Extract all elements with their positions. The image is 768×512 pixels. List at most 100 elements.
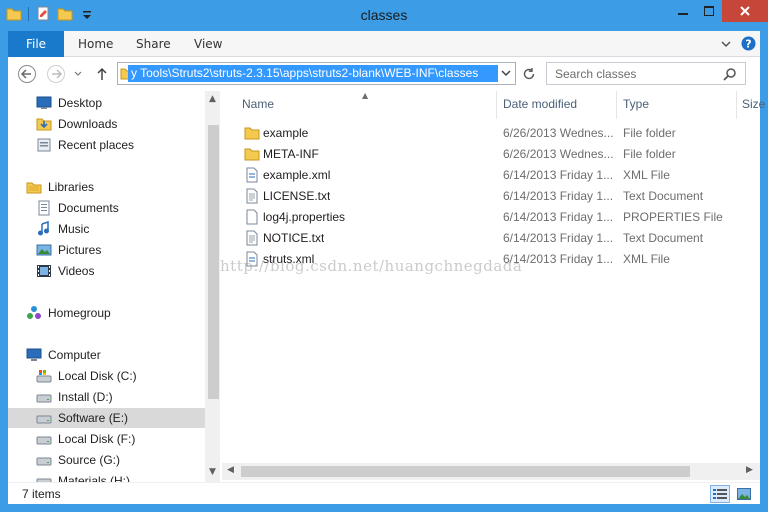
nav-item-label: Documents — [58, 201, 119, 215]
file-date: 6/14/2013 Friday 1... — [503, 189, 613, 203]
content-area: Desktop Downloads Recent places Librarie… — [8, 91, 765, 482]
nav-item-music[interactable]: Music — [36, 219, 89, 239]
column-divider[interactable] — [616, 91, 617, 119]
file-list-horizontal-scrollbar[interactable]: ◀ ▶ — [222, 463, 760, 480]
nav-item-desktop[interactable]: Desktop — [36, 93, 102, 113]
search-icon[interactable] — [723, 67, 737, 84]
column-divider[interactable] — [496, 91, 497, 119]
nav-item-documents[interactable]: Documents — [36, 198, 119, 218]
text-file-icon — [244, 188, 260, 204]
file-row[interactable]: META-INF 6/26/2013 Wednes... File folder — [222, 144, 760, 165]
nav-item-label: Local Disk (C:) — [58, 369, 137, 383]
minimize-button[interactable] — [670, 0, 696, 22]
nav-item-materials-h[interactable]: Materials (H:) — [36, 471, 130, 482]
file-row[interactable]: example.xml 6/14/2013 Friday 1... XML Fi… — [222, 165, 760, 186]
large-icons-view-button[interactable] — [734, 485, 754, 503]
libraries-icon — [26, 179, 42, 195]
tab-home[interactable]: Home — [78, 37, 113, 51]
address-dropdown-button[interactable] — [501, 67, 511, 82]
help-icon: ? — [741, 36, 756, 51]
forward-button[interactable] — [46, 64, 66, 84]
drive-icon — [36, 431, 52, 447]
nav-item-label: Install (D:) — [58, 390, 113, 404]
item-count: 7 items — [22, 487, 61, 501]
nav-pane-scroll-thumb[interactable] — [208, 125, 219, 399]
nav-item-install-d[interactable]: Install (D:) — [36, 387, 113, 407]
folder-icon — [244, 146, 260, 162]
navigation-pane: Desktop Downloads Recent places Librarie… — [8, 91, 220, 482]
maximize-button[interactable] — [696, 0, 722, 22]
chevron-down-icon — [721, 41, 731, 48]
nav-item-libraries[interactable]: Libraries — [26, 177, 94, 197]
nav-item-computer[interactable]: Computer — [26, 345, 101, 365]
nav-item-recent-places[interactable]: Recent places — [36, 135, 134, 155]
column-divider[interactable] — [736, 91, 737, 119]
recent-locations-button[interactable] — [72, 64, 84, 84]
details-view-icon — [713, 489, 727, 499]
details-view-button[interactable] — [710, 485, 730, 503]
window-controls — [670, 0, 768, 22]
recent-places-icon — [36, 137, 52, 153]
expand-ribbon-button[interactable] — [721, 38, 731, 52]
back-arrow-icon — [18, 65, 36, 83]
nav-item-local-disk-c[interactable]: Local Disk (C:) — [36, 366, 137, 386]
file-type: File folder — [623, 147, 676, 161]
column-header-date-modified[interactable]: Date modified — [503, 97, 577, 111]
sort-ascending-icon: ▲ — [362, 91, 369, 100]
desktop-icon — [36, 95, 52, 111]
horizontal-scroll-thumb[interactable] — [241, 466, 690, 477]
homegroup-icon — [26, 305, 42, 321]
search-input[interactable]: Search classes — [546, 62, 746, 85]
address-bar[interactable]: y Tools\Struts2\struts-2.3.15\apps\strut… — [117, 62, 516, 85]
file-row[interactable]: log4j.properties 6/14/2013 Friday 1... P… — [222, 207, 760, 228]
nav-item-videos[interactable]: Videos — [36, 261, 94, 281]
nav-pane-scrollbar[interactable]: ▲ ▼ — [205, 91, 220, 482]
nav-item-label: Homegroup — [48, 306, 111, 320]
status-bar: 7 items — [8, 482, 760, 504]
file-row[interactable]: NOTICE.txt 6/14/2013 Friday 1... Text Do… — [222, 228, 760, 249]
maximize-icon — [704, 6, 714, 16]
text-file-icon — [244, 230, 260, 246]
scroll-down-arrow-icon[interactable]: ▼ — [209, 467, 216, 477]
explorer-window: classes File Home Share View ? y Tools\S… — [0, 0, 768, 512]
up-button[interactable] — [92, 64, 112, 84]
file-type: File folder — [623, 126, 676, 140]
back-button[interactable] — [17, 64, 37, 84]
column-header-size[interactable]: Size — [742, 97, 765, 111]
nav-item-homegroup[interactable]: Homegroup — [26, 303, 111, 323]
help-button[interactable]: ? — [741, 36, 756, 54]
svg-text:?: ? — [745, 38, 751, 51]
videos-icon — [36, 263, 52, 279]
tab-view[interactable]: View — [194, 37, 222, 51]
nav-item-label: Source (G:) — [58, 453, 121, 467]
drive-icon — [36, 473, 52, 482]
nav-item-software-e[interactable]: Software (E:) — [8, 408, 205, 428]
watermark: http://blog.csdn.net/huangchnegdada — [220, 257, 523, 275]
nav-item-local-disk-f[interactable]: Local Disk (F:) — [36, 429, 135, 449]
scroll-right-arrow-icon[interactable]: ▶ — [746, 465, 753, 475]
nav-item-label: Recent places — [58, 138, 135, 152]
file-date: 6/26/2013 Wednes... — [503, 147, 613, 161]
close-button[interactable] — [722, 0, 768, 22]
nav-item-source-g[interactable]: Source (G:) — [36, 450, 120, 470]
nav-item-pictures[interactable]: Pictures — [36, 240, 101, 260]
nav-item-label: Pictures — [58, 243, 102, 257]
file-row[interactable]: example 6/26/2013 Wednes... File folder — [222, 123, 760, 144]
file-row[interactable]: LICENSE.txt 6/14/2013 Friday 1... Text D… — [222, 186, 760, 207]
nav-item-downloads[interactable]: Downloads — [36, 114, 117, 134]
tab-file[interactable]: File — [8, 31, 64, 57]
refresh-button[interactable] — [518, 63, 540, 85]
nav-item-label: Desktop — [58, 96, 103, 110]
refresh-icon — [523, 68, 535, 80]
scroll-left-arrow-icon[interactable]: ◀ — [227, 465, 234, 475]
forward-arrow-icon — [47, 65, 65, 83]
nav-item-label: Computer — [48, 348, 101, 362]
scroll-up-arrow-icon[interactable]: ▲ — [209, 94, 216, 104]
music-icon — [36, 220, 52, 237]
column-header-type[interactable]: Type — [623, 97, 649, 111]
nav-item-label: Downloads — [58, 117, 118, 131]
column-header-name[interactable]: Name — [242, 97, 274, 111]
tab-share[interactable]: Share — [136, 37, 171, 51]
close-icon — [740, 6, 750, 16]
address-path[interactable]: y Tools\Struts2\struts-2.3.15\apps\strut… — [128, 65, 498, 82]
